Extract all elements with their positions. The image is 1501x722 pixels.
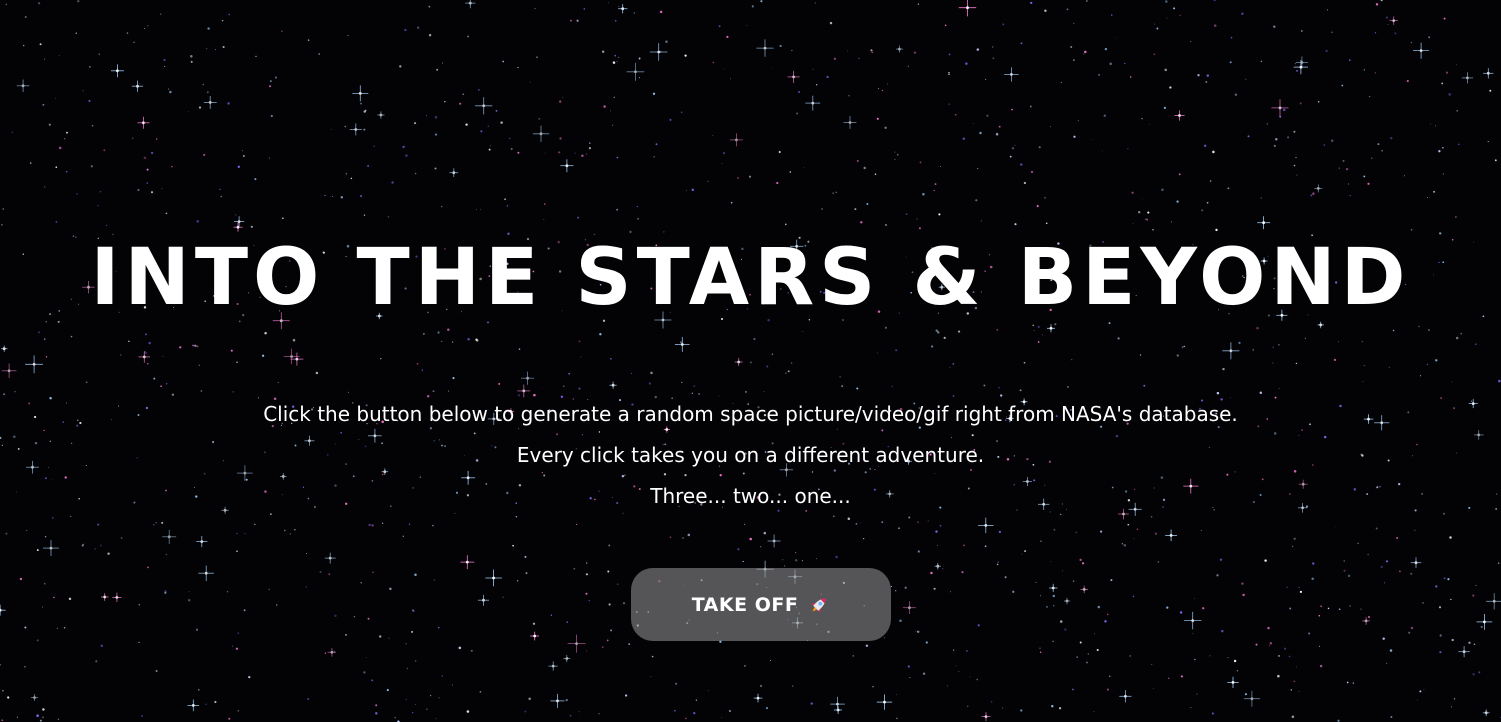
hero-section: INTO THE STARS & BEYOND Click the button… — [0, 0, 1501, 722]
landing-page: INTO THE STARS & BEYOND Click the button… — [0, 0, 1501, 722]
take-off-button[interactable]: TAKE OFF — [631, 568, 891, 641]
rocket-icon — [808, 594, 830, 616]
take-off-label: TAKE OFF — [691, 593, 799, 616]
intro-text: Click the button below to generate a ran… — [0, 394, 1501, 517]
intro-line-adventure: Every click takes you on a different adv… — [516, 443, 985, 467]
intro-line-instructions: Click the button below to generate a ran… — [263, 402, 1238, 426]
intro-line-countdown: Three... two... one... — [650, 484, 851, 508]
page-title: INTO THE STARS & BEYOND — [90, 233, 1411, 323]
